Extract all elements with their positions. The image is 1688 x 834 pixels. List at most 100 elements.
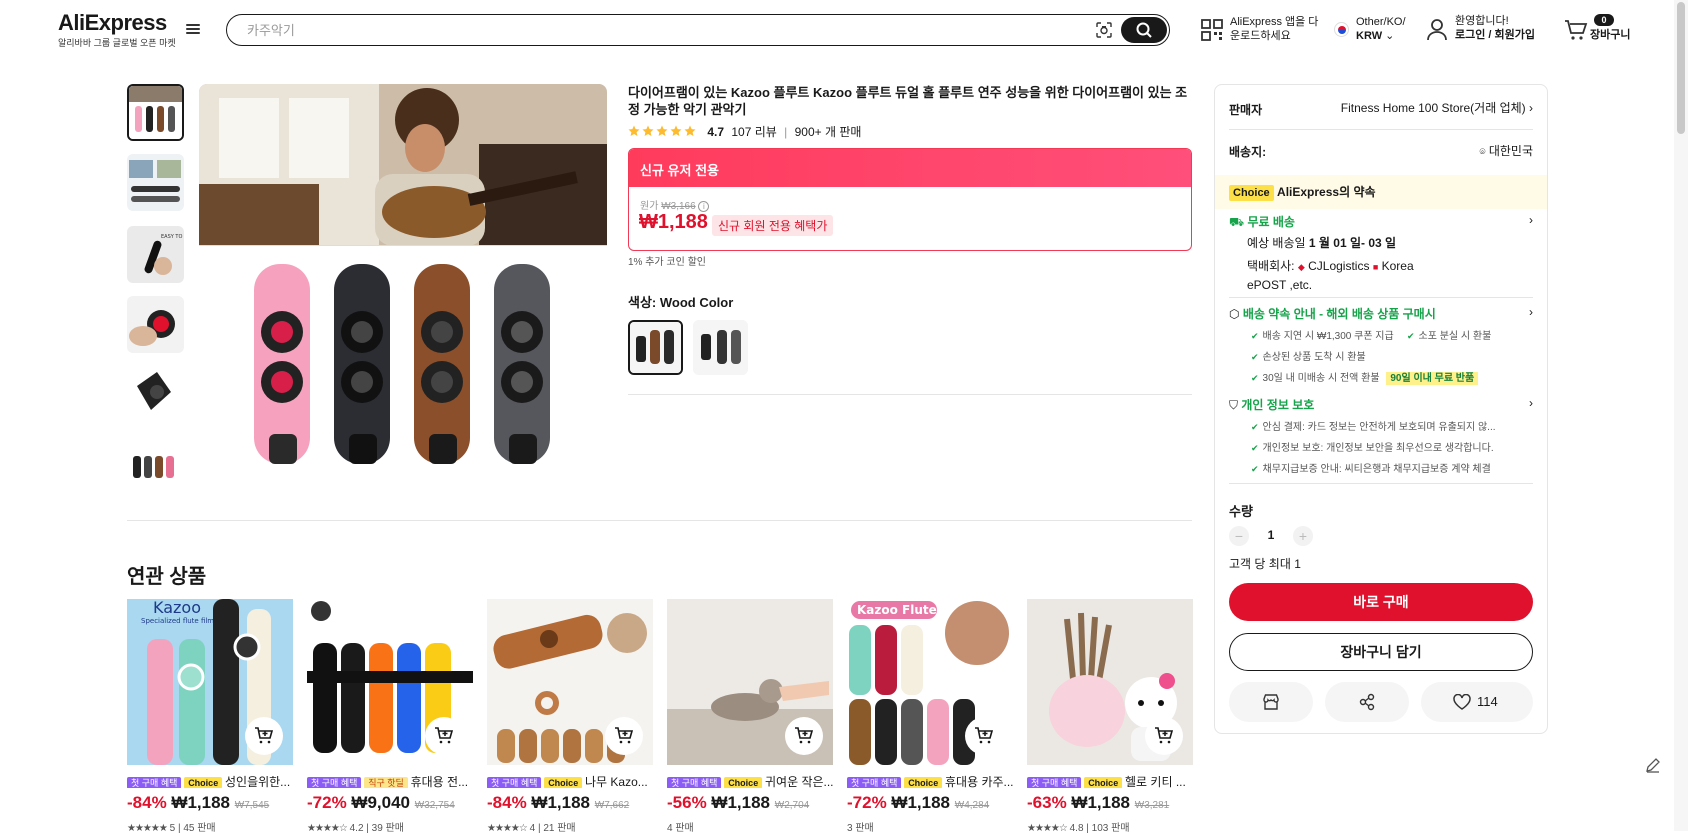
color-swatch-black[interactable] (693, 320, 748, 375)
thumbnail-4[interactable] (127, 296, 184, 353)
buy-now-button[interactable]: 바로 구매 (1229, 583, 1533, 621)
scrollbar-thumb[interactable] (1677, 2, 1685, 134)
add-to-cart-button[interactable] (1145, 717, 1183, 755)
related-product-image[interactable]: Kazoo Flute (847, 599, 1013, 765)
store-button[interactable] (1229, 682, 1313, 722)
chevron-right-icon: › (1529, 305, 1533, 319)
promise-title: 배송 약속 안내 - 해외 배송 상품 구매시 (1242, 307, 1436, 321)
rating-stars-icon: ★★★★★ (127, 823, 168, 834)
free-shipping-text: 무료 배송 (1247, 215, 1295, 229)
quantity-value[interactable]: 1 (1259, 528, 1283, 542)
choice-tag: Choice (544, 777, 583, 788)
star-icon (628, 125, 640, 136)
thumbnail-1[interactable] (127, 84, 184, 141)
seller-link[interactable]: Fitness Home 100 Store(거래 업체) › (1341, 99, 1533, 116)
privacy-row[interactable]: ⛉ 개인 정보 보호 › (1229, 396, 1533, 413)
rating-row[interactable]: 4.7 107 리뷰 | 900+ 개 판매 (628, 123, 861, 140)
divider (1229, 483, 1533, 484)
search-button[interactable] (1121, 17, 1167, 43)
aliexpress-logo[interactable]: AliExpress (58, 10, 167, 36)
thumbnail-6[interactable] (127, 438, 184, 495)
related-product-card[interactable]: 첫 구매 혜택 Choice 헬로 키티 ... -63% ₩1,188 ₩3,… (1027, 599, 1193, 834)
delivery-promise-row[interactable]: ⬡ 배송 약속 안내 - 해외 배송 상품 구매시 › (1229, 305, 1533, 322)
location-pin-icon: ⌾ (1479, 147, 1486, 158)
related-product-image[interactable] (667, 599, 833, 765)
related-product-card[interactable]: 첫 구매 혜택 Choice 귀여운 작은... -56% ₩1,188 ₩2,… (667, 599, 833, 834)
wishlist-button[interactable]: 114 (1421, 682, 1533, 722)
cart-plus-icon (1155, 727, 1174, 744)
related-product-card[interactable]: Kazoo Specialized flute film 첫 구매 혜택 Choi… (127, 599, 293, 834)
rating-stars-icon: ★★★★☆ (307, 823, 348, 834)
add-to-cart-button[interactable] (245, 717, 283, 755)
search-input[interactable] (247, 21, 1067, 39)
download-app-link[interactable]: AliExpress 앱을 다 운로드하세요 (1230, 15, 1318, 43)
related-product-image[interactable] (1027, 599, 1193, 765)
cart-icon[interactable] (1564, 18, 1588, 42)
add-to-cart-button[interactable] (965, 717, 1003, 755)
original-price: ₩2,704 (774, 800, 810, 811)
price: ₩1,188 (531, 793, 591, 812)
main-product-image[interactable] (199, 84, 607, 474)
color-swatch-wood[interactable] (628, 320, 683, 375)
welcome-text: 환영합니다! (1455, 15, 1509, 27)
coin-discount: 1% 추가 코인 할인 (628, 257, 706, 268)
cart-plus-icon (975, 727, 994, 744)
divider (127, 520, 1192, 521)
free-shipping-row[interactable]: ⛟ 무료 배송 › (1229, 213, 1533, 231)
related-product-name: 휴대용 전... (410, 775, 469, 788)
user-icon[interactable] (1426, 18, 1448, 42)
edit-feedback-icon[interactable] (1644, 756, 1662, 774)
related-product-image[interactable] (487, 599, 653, 765)
cart-plus-icon (795, 727, 814, 744)
quantity-plus-button[interactable]: + (1293, 526, 1313, 546)
check-icon: ✔ (1251, 443, 1259, 453)
related-product-card[interactable]: 첫 구매 혜택 직구 핫딜 휴대용 전... -72% ₩9,040 ₩32,7… (307, 599, 473, 834)
svg-text:Kazoo: Kazoo (153, 599, 201, 617)
first-purchase-tag: 첫 구매 혜택 (127, 777, 182, 788)
price: ₩1,188 (171, 793, 231, 812)
share-button[interactable] (1325, 682, 1409, 722)
add-to-cart-button[interactable] (425, 717, 463, 755)
chevron-down-icon: ⌄ (1385, 30, 1395, 42)
promise-item: 배송 지연 시 ₩1,300 쿠폰 지급 (1262, 331, 1394, 342)
new-user-promo-box: 신규 유저 전용 원가 ₩3,166 i ₩1,188 신규 회원 전용 혜택가 (628, 148, 1192, 251)
locale-selector[interactable]: Other/KO/ KRW ⌄ (1356, 15, 1406, 43)
discount: -72% (847, 793, 887, 812)
add-to-cart-button[interactable] (785, 717, 823, 755)
image-search-icon[interactable] (1095, 21, 1113, 39)
seller-name: Fitness Home 100 Store(거래 업체) (1340, 101, 1526, 115)
sold-info: 5 | 45 판매 (169, 823, 216, 834)
korea-flag-icon (1334, 22, 1349, 37)
ship-destination[interactable]: ⌾ 대한민국 (1479, 142, 1533, 159)
cart-label[interactable]: 장바구니 (1590, 28, 1630, 42)
thumbnail-3[interactable]: EASY TO (127, 226, 184, 283)
scrollbar[interactable] (1674, 0, 1688, 831)
related-product-card[interactable]: 첫 구매 혜택 Choice 나무 Kazo... -84% ₩1,188 ₩7… (487, 599, 653, 834)
add-to-cart-button[interactable]: 장바구니 담기 (1229, 633, 1533, 671)
related-product-card[interactable]: Kazoo Flute 첫 구매 혜택 Choice 휴대용 카주... -72… (847, 599, 1013, 834)
login-text: 로그인 / 회원가입 (1455, 29, 1536, 41)
thumbnail-5[interactable] (127, 366, 184, 423)
original-price: ₩7,545 (234, 800, 270, 811)
account-link[interactable]: 환영합니다! 로그인 / 회원가입 (1455, 14, 1535, 42)
promo-title: 신규 유저 전용 (629, 149, 1191, 187)
choice-tag: Choice (1084, 777, 1123, 788)
cart-count-badge: 0 (1594, 14, 1614, 26)
carrier-1: CJLogistics (1308, 259, 1370, 273)
review-count: 107 리뷰 (731, 125, 777, 139)
cj-icon: ◆ (1297, 262, 1305, 272)
menu-icon[interactable] (186, 22, 200, 36)
related-product-image[interactable] (307, 599, 473, 765)
add-to-cart-button[interactable] (605, 717, 643, 755)
quantity-minus-button[interactable]: − (1229, 526, 1249, 546)
divider (628, 394, 1192, 395)
color-label: 색상: Wood Color (628, 295, 734, 310)
qr-code-icon[interactable] (1200, 18, 1224, 42)
rating-stars-icon: ★★★★☆ (487, 823, 528, 834)
privacy-item: 안심 결제: 카드 정보는 안전하게 보호되며 유출되지 않... (1262, 422, 1496, 433)
original-price: ₩7,662 (594, 800, 630, 811)
thumbnail-2[interactable] (127, 154, 184, 211)
check-icon: ✔ (1251, 422, 1259, 432)
purchase-panel: 판매자 Fitness Home 100 Store(거래 업체) › 배송지:… (1214, 84, 1548, 734)
related-product-image[interactable]: Kazoo Specialized flute film (127, 599, 293, 765)
